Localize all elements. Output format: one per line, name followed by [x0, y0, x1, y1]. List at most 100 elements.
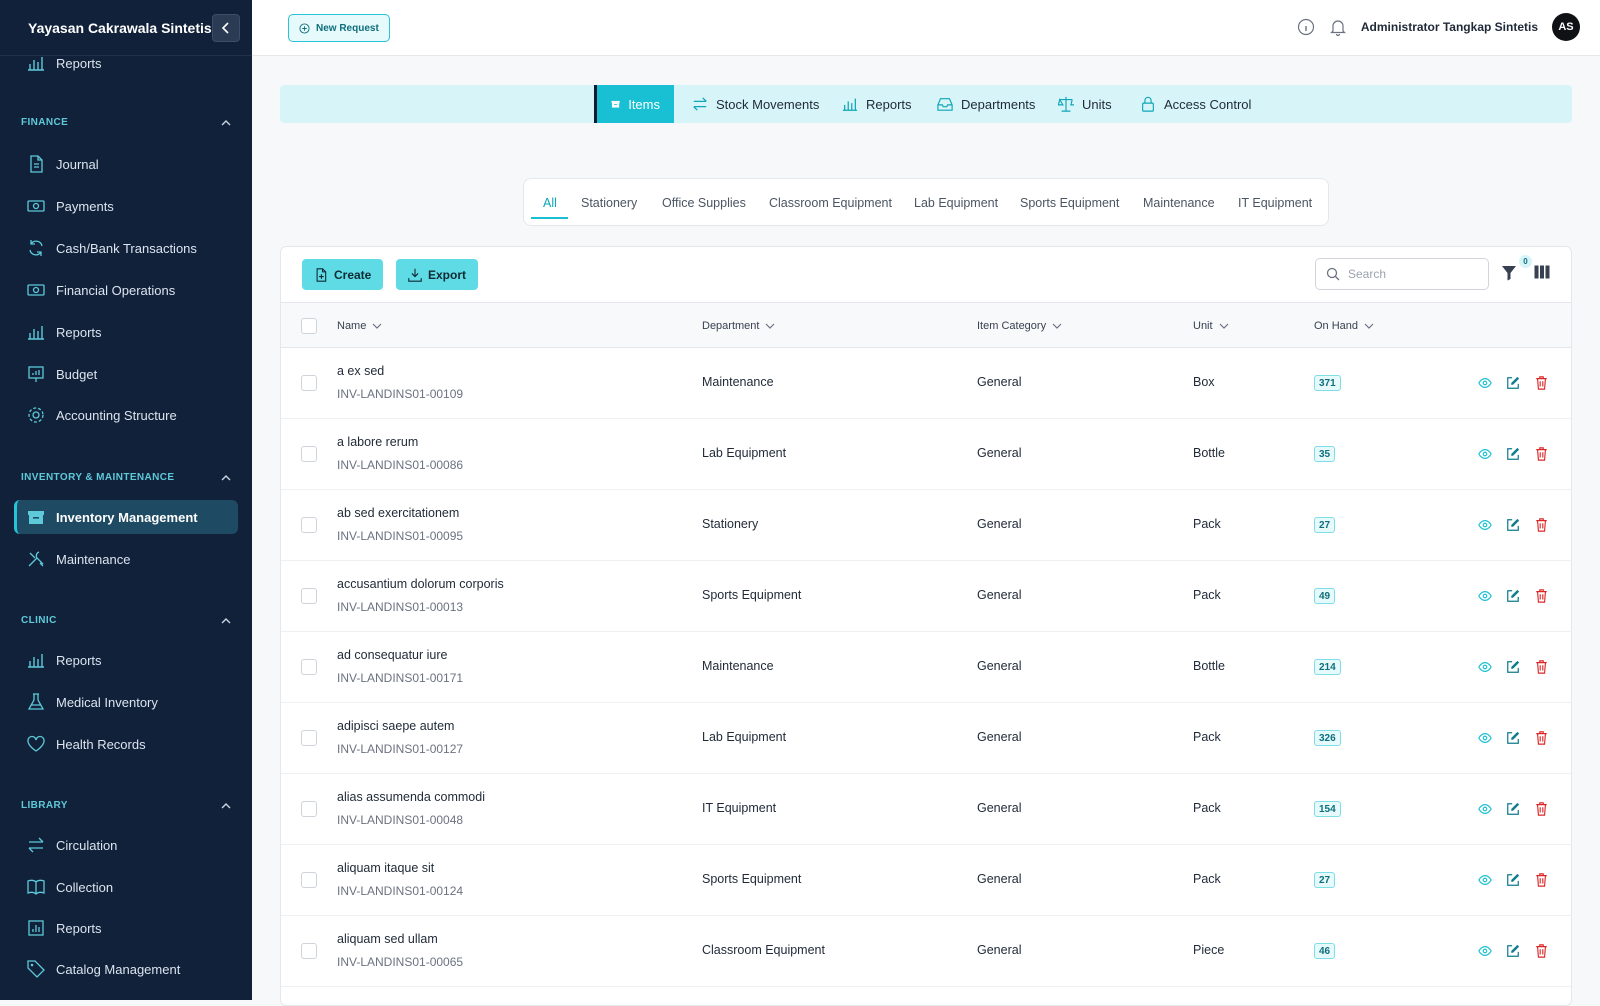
export-button[interactable]: Export	[396, 259, 479, 290]
category-tab-all[interactable]: All	[543, 179, 557, 227]
row-checkbox[interactable]	[301, 801, 317, 817]
sidebar-item-cash-bank[interactable]: Cash/Bank Transactions	[14, 231, 238, 265]
edit-icon[interactable]	[1505, 588, 1521, 604]
sidebar-item-financial-operations[interactable]: Financial Operations	[14, 273, 238, 307]
column-header-on-hand[interactable]: On Hand	[1314, 303, 1374, 349]
row-checkbox[interactable]	[301, 872, 317, 888]
table-row[interactable]: a ex sed INV-LANDINS01-00109 Maintenance Ge…	[281, 348, 1571, 419]
table-row[interactable]: a labore rerum INV-LANDINS01-00086 Lab Equ…	[281, 419, 1571, 490]
sidebar-item-library-reports[interactable]: Reports	[14, 911, 238, 945]
section-inventory[interactable]: INVENTORY & MAINTENANCE	[21, 472, 231, 483]
view-eye-icon[interactable]	[1477, 730, 1493, 746]
delete-trash-icon[interactable]	[1533, 446, 1549, 462]
item-name[interactable]: a ex sed	[337, 364, 384, 378]
delete-trash-icon[interactable]	[1533, 872, 1549, 888]
delete-trash-icon[interactable]	[1533, 943, 1549, 959]
sidebar-item-accounting-structure[interactable]: Accounting Structure	[14, 398, 238, 432]
row-checkbox[interactable]	[301, 659, 317, 675]
view-eye-icon[interactable]	[1477, 517, 1493, 533]
columns-icon[interactable]	[1534, 265, 1550, 279]
tab-stock-movements[interactable]: Stock Movements	[678, 85, 833, 123]
bell-icon[interactable]	[1329, 18, 1347, 36]
view-eye-icon[interactable]	[1477, 659, 1493, 675]
item-name[interactable]: accusantium dolorum corporis	[337, 577, 504, 591]
delete-trash-icon[interactable]	[1533, 659, 1549, 675]
select-all-checkbox[interactable]	[301, 303, 317, 349]
category-tab-it-equipment[interactable]: IT Equipment	[1238, 179, 1312, 227]
tab-departments[interactable]: Departments	[923, 85, 1049, 123]
column-header-department[interactable]: Department	[702, 303, 775, 349]
category-tab-stationery[interactable]: Stationery	[581, 179, 637, 227]
create-button[interactable]: Create	[302, 259, 384, 290]
edit-icon[interactable]	[1505, 801, 1521, 817]
sidebar-item-payments[interactable]: Payments	[14, 189, 238, 223]
sidebar-item-health-records[interactable]: Health Records	[14, 727, 238, 761]
edit-icon[interactable]	[1505, 943, 1521, 959]
sidebar-item-catalog-management[interactable]: Catalog Management	[14, 952, 238, 986]
row-checkbox[interactable]	[301, 588, 317, 604]
info-icon[interactable]	[1297, 18, 1315, 36]
edit-icon[interactable]	[1505, 517, 1521, 533]
view-eye-icon[interactable]	[1477, 801, 1493, 817]
row-checkbox[interactable]	[301, 446, 317, 462]
row-checkbox[interactable]	[301, 730, 317, 746]
section-clinic[interactable]: CLINIC	[21, 615, 231, 626]
table-row[interactable]: accusantium dolorum corporis INV-LANDINS0…	[281, 561, 1571, 632]
sidebar-item-collection[interactable]: Collection	[14, 870, 238, 904]
filter-icon[interactable]	[1501, 265, 1517, 281]
view-eye-icon[interactable]	[1477, 446, 1493, 462]
table-row[interactable]: aliquam itaque sit INV-LANDINS01-00124 Spo…	[281, 845, 1571, 916]
view-eye-icon[interactable]	[1477, 588, 1493, 604]
view-eye-icon[interactable]	[1477, 943, 1493, 959]
table-row[interactable]: ad consequatur iure INV-LANDINS01-00171 Ma…	[281, 632, 1571, 703]
edit-icon[interactable]	[1505, 446, 1521, 462]
delete-trash-icon[interactable]	[1533, 801, 1549, 817]
new-request-button[interactable]: New Request	[288, 14, 390, 42]
delete-trash-icon[interactable]	[1533, 588, 1549, 604]
table-row[interactable]: adipisci saepe autem INV-LANDINS01-00127 L…	[281, 703, 1571, 774]
row-checkbox[interactable]	[301, 943, 317, 959]
edit-icon[interactable]	[1505, 872, 1521, 888]
column-header-item-category[interactable]: Item Category	[977, 303, 1062, 349]
row-checkbox[interactable]	[301, 517, 317, 533]
delete-trash-icon[interactable]	[1533, 517, 1549, 533]
sidebar-item-maintenance[interactable]: Maintenance	[14, 542, 238, 576]
item-name[interactable]: aliquam itaque sit	[337, 861, 434, 875]
category-tab-lab-equipment[interactable]: Lab Equipment	[914, 179, 998, 227]
sidebar-item-clinic-reports[interactable]: Reports	[14, 643, 238, 677]
edit-icon[interactable]	[1505, 730, 1521, 746]
edit-icon[interactable]	[1505, 659, 1521, 675]
column-header-name[interactable]: Name	[337, 303, 382, 349]
table-row[interactable]: aliquam sed ullam INV-LANDINS01-00065 Clas…	[281, 916, 1571, 987]
avatar[interactable]: AS	[1552, 13, 1580, 41]
sidebar-item-inventory-management[interactable]: Inventory Management	[14, 500, 238, 534]
tab-units[interactable]: Units	[1044, 85, 1126, 123]
tab-items[interactable]: Items	[594, 85, 674, 123]
sidebar-item-reports-top[interactable]: Reports	[14, 46, 238, 80]
sidebar-item-budget[interactable]: Budget	[14, 357, 238, 391]
search-input[interactable]: Search	[1315, 258, 1489, 290]
item-name[interactable]: ab sed exercitationem	[337, 506, 459, 520]
view-eye-icon[interactable]	[1477, 375, 1493, 391]
section-library[interactable]: LIBRARY	[21, 800, 231, 811]
row-checkbox[interactable]	[301, 375, 317, 391]
item-name[interactable]: aliquam sed ullam	[337, 932, 438, 946]
view-eye-icon[interactable]	[1477, 872, 1493, 888]
delete-trash-icon[interactable]	[1533, 375, 1549, 391]
delete-trash-icon[interactable]	[1533, 730, 1549, 746]
item-name[interactable]: ad consequatur iure	[337, 648, 448, 662]
tab-access-control[interactable]: Access Control	[1126, 85, 1265, 123]
sidebar-item-circulation[interactable]: Circulation	[14, 828, 238, 862]
tab-reports[interactable]: Reports	[828, 85, 926, 123]
category-tab-maintenance[interactable]: Maintenance	[1143, 179, 1215, 227]
user-name[interactable]: Administrator Tangkap Sintetis	[1361, 20, 1538, 34]
category-tab-classroom-equipment[interactable]: Classroom Equipment	[769, 179, 892, 227]
table-row[interactable]: ab sed exercitationem INV-LANDINS01-00095…	[281, 490, 1571, 561]
item-name[interactable]: adipisci saepe autem	[337, 719, 454, 733]
item-name[interactable]: a labore rerum	[337, 435, 418, 449]
category-tab-sports-equipment[interactable]: Sports Equipment	[1020, 179, 1119, 227]
column-header-unit[interactable]: Unit	[1193, 303, 1229, 349]
sidebar-item-medical-inventory[interactable]: Medical Inventory	[14, 685, 238, 719]
category-tab-office-supplies[interactable]: Office Supplies	[662, 179, 746, 227]
section-finance[interactable]: FINANCE	[21, 117, 231, 128]
